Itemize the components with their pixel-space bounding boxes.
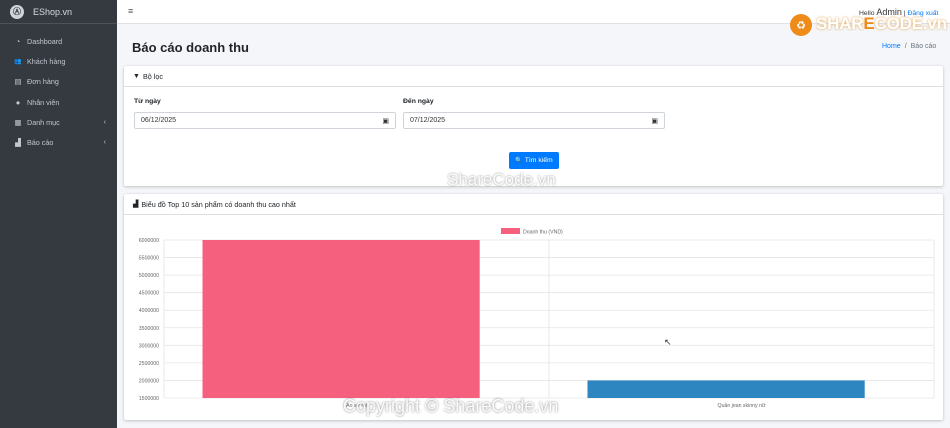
filter-icon: ▼ — [133, 72, 140, 80]
watermark-center: ShareCode.vn — [447, 170, 556, 189]
y-tick-label: 4000000 — [139, 308, 159, 314]
sidebar-item-label: Danh mục — [27, 117, 60, 127]
menu-toggle-icon[interactable]: ≡ — [128, 6, 133, 16]
legend-label: Doanh thu (VND) — [523, 230, 563, 236]
sidebar-nav: ◔ Dashboard 👥 Khách hàng ▤ Đơn hàng ● Nh… — [0, 31, 117, 153]
sharecode-logo-icon: ♻ — [790, 14, 812, 36]
y-tick-label: 4500000 — [139, 291, 159, 297]
chevron-left-icon: ‹ — [103, 139, 106, 147]
filter-card-header: ▼ Bộ lọc — [124, 66, 943, 87]
legend-swatch — [501, 228, 520, 234]
chevron-left-icon: ‹ — [103, 118, 106, 126]
from-date-input[interactable]: 06/12/2025 ▣ — [134, 112, 396, 129]
sidebar-item-label: Nhân viên — [27, 97, 60, 107]
revenue-bar-chart: 6000000 5500000 5000000 4500000 4000000 35000… — [139, 228, 935, 409]
breadcrumb-separator: / — [904, 43, 907, 50]
filter-card: ▼ Bộ lọc Từ ngày 06/12/2025 ▣ Đến ngày 0… — [124, 66, 943, 186]
sidebar-item-label: Báo cáo — [27, 138, 54, 148]
sidebar-item-reports[interactable]: ▟ Báo cáo ‹ — [0, 132, 117, 152]
from-date-label: Từ ngày — [134, 98, 161, 105]
sidebar-item-label: Khách hàng — [27, 56, 66, 66]
logo-text-o: E — [863, 14, 875, 33]
y-tick-label: 5000000 — [139, 273, 159, 279]
y-tick-label: 2500000 — [139, 361, 159, 367]
chart-card-title: Biểu đồ Top 10 sản phẩm có doanh thu cao… — [141, 199, 296, 209]
sidebar-item-label: Đơn hàng — [27, 77, 59, 87]
table-icon: ▦ — [14, 117, 22, 127]
sidebar-item-employees[interactable]: ● Nhân viên — [0, 92, 117, 112]
dashboard-icon: ◔ — [15, 36, 21, 46]
bar-1 — [587, 380, 865, 398]
y-tick-label: 3500000 — [139, 326, 159, 332]
from-date-value: 06/12/2025 — [141, 117, 177, 124]
users-icon: 👥 — [14, 58, 22, 65]
sidebar-item-label: Dashboard — [27, 36, 63, 46]
chart-card: ▟ Biểu đồ Top 10 sản phẩm có doanh thu c… — [124, 194, 943, 420]
filter-card-title: Bộ lọc — [142, 71, 163, 81]
sidebar-item-customers[interactable]: 👥 Khách hàng — [0, 51, 117, 71]
sharecode-logo: SHARECODE.vn — [816, 14, 947, 34]
logo-text-pre: SHAR — [816, 14, 864, 33]
y-tick-label: 2000000 — [139, 378, 159, 384]
y-tick-label: 6000000 — [139, 238, 159, 244]
sidebar-item-orders[interactable]: ▤ Đơn hàng — [0, 72, 117, 92]
chart-icon: ▟ — [15, 138, 21, 148]
sidebar-item-categories[interactable]: ▦ Danh mục ‹ — [0, 112, 117, 132]
y-tick-label: 1500000 — [139, 396, 159, 402]
mouse-cursor-icon: ↖ — [664, 337, 672, 347]
search-button[interactable]: 🔍 Tìm kiếm — [509, 152, 559, 169]
page-title: Báo cáo doanh thu — [132, 40, 249, 55]
to-date-label: Đến ngày — [403, 98, 434, 105]
calendar-icon[interactable]: ▣ — [382, 117, 389, 125]
bar-chart-icon: ▟ — [133, 201, 139, 208]
user-icon: ● — [15, 97, 21, 107]
brand-link[interactable]: Ⓐ EShop.vn — [0, 0, 117, 24]
to-date-input[interactable]: 07/12/2025 ▣ — [403, 112, 665, 129]
watermark-copyright: Copyright © ShareCode.vn — [343, 396, 559, 416]
search-icon: 🔍 — [515, 158, 523, 164]
bar-0 — [202, 240, 480, 398]
x-tick-label: Quần jean skinny nữ — [718, 403, 766, 409]
breadcrumb: Home / Báo cáo — [882, 43, 936, 50]
sidebar: Ⓐ EShop.vn ◔ Dashboard 👥 Khách hàng ▤ Đơ… — [0, 0, 117, 428]
file-icon: ▤ — [14, 77, 22, 87]
y-tick-label: 3000000 — [139, 343, 159, 349]
logo-text-post: CODE.vn — [874, 14, 947, 33]
breadcrumb-current: Báo cáo — [910, 43, 937, 50]
sidebar-item-dashboard[interactable]: ◔ Dashboard — [0, 31, 117, 51]
breadcrumb-home-link[interactable]: Home — [882, 43, 901, 50]
brand-logo-icon: Ⓐ — [10, 4, 24, 19]
brand-name: EShop.vn — [33, 6, 73, 17]
calendar-icon[interactable]: ▣ — [651, 117, 658, 125]
to-date-value: 07/12/2025 — [410, 117, 446, 124]
chart-card-header: ▟ Biểu đồ Top 10 sản phẩm có doanh thu c… — [124, 194, 943, 215]
y-tick-label: 5500000 — [139, 256, 159, 262]
search-button-label: Tìm kiếm — [524, 157, 553, 164]
